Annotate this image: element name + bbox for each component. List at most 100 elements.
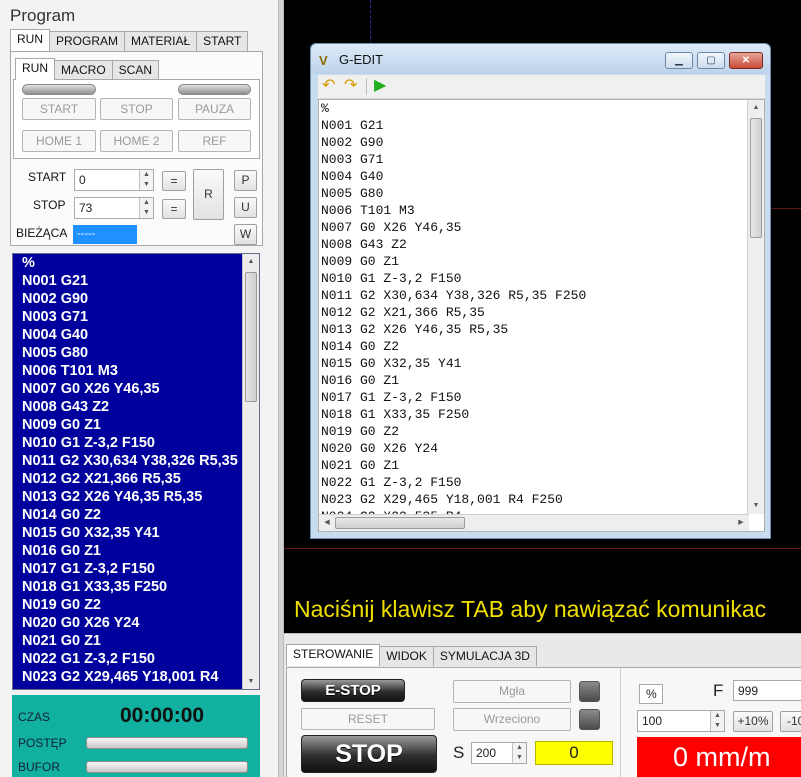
gedit-titlebar[interactable]: V G-EDIT ▁ ▢ ✕ [311, 44, 770, 74]
feed-input[interactable]: 999 [733, 680, 801, 701]
editor-line[interactable]: N014 G0 Z2 [319, 338, 764, 355]
tab-run[interactable]: RUN [10, 29, 50, 51]
tab-material[interactable]: MATERIAŁ [124, 31, 198, 51]
code-line[interactable]: N015 G0 X32,35 Y41 [13, 524, 259, 542]
editor-line[interactable]: N013 G2 X26 Y46,35 R5,35 [319, 321, 764, 338]
editor-line[interactable]: N015 G0 X32,35 Y41 [319, 355, 764, 372]
code-line[interactable]: N020 G0 X26 Y24 [13, 614, 259, 632]
editor-line[interactable]: N019 G0 Z2 [319, 423, 764, 440]
code-line[interactable]: N017 G1 Z-3,2 F150 [13, 560, 259, 578]
close-icon[interactable]: ✕ [729, 52, 763, 69]
editor-line[interactable]: N005 G80 [319, 185, 764, 202]
tab-program[interactable]: PROGRAM [49, 31, 126, 51]
code-line[interactable]: N008 G43 Z2 [13, 398, 259, 416]
editor-line[interactable]: N004 G40 [319, 168, 764, 185]
code-line[interactable]: N007 G0 X26 Y46,35 [13, 380, 259, 398]
code-scrollbar[interactable]: ▲ ▼ [242, 254, 259, 689]
code-line[interactable]: N003 G71 [13, 308, 259, 326]
code-line[interactable]: N001 G21 [13, 272, 259, 290]
code-line[interactable]: N004 G40 [13, 326, 259, 344]
spin-up-icon[interactable]: ▲ [139, 198, 153, 208]
code-line[interactable]: N005 G80 [13, 344, 259, 362]
editor-line[interactable]: N001 G21 [319, 117, 764, 134]
code-line[interactable]: N010 G1 Z-3,2 F150 [13, 434, 259, 452]
spin-down-icon[interactable]: ▼ [710, 721, 724, 731]
code-line[interactable]: N012 G2 X21,366 R5,35 [13, 470, 259, 488]
tab-symulacja[interactable]: SYMULACJA 3D [432, 646, 537, 666]
run-icon[interactable]: ▶ [374, 76, 386, 96]
code-line[interactable]: N024 G2 X22,535 R4 [13, 686, 259, 689]
editor-vertical-scrollbar[interactable]: ▲ ▼ [747, 100, 764, 514]
code-line[interactable]: % [13, 254, 259, 272]
tab-sterowanie[interactable]: STEROWANIE [286, 644, 381, 666]
spin-down-icon[interactable]: ▼ [512, 753, 526, 763]
editor-line[interactable]: N007 G0 X26 Y46,35 [319, 219, 764, 236]
reset-button[interactable]: RESET [301, 708, 435, 730]
code-line[interactable]: N009 G0 Z1 [13, 416, 259, 434]
subtab-run[interactable]: RUN [15, 58, 55, 80]
scroll-thumb[interactable] [750, 118, 762, 238]
editor-line[interactable]: N009 G0 Z1 [319, 253, 764, 270]
u-button[interactable]: U [234, 197, 257, 218]
editor-line[interactable]: N010 G1 Z-3,2 F150 [319, 270, 764, 287]
feed-plus10-button[interactable]: +10% [733, 711, 773, 732]
editor-line[interactable]: N008 G43 Z2 [319, 236, 764, 253]
home2-button[interactable]: HOME 2 [100, 130, 173, 152]
redo-icon[interactable]: ↷ [344, 76, 357, 96]
estop-button[interactable]: E-STOP [301, 679, 405, 702]
code-line[interactable]: N011 G2 X30,634 Y38,326 R5,35 [13, 452, 259, 470]
editor-line[interactable]: N022 G1 Z-3,2 F150 [319, 474, 764, 491]
editor-line[interactable]: N002 G90 [319, 134, 764, 151]
scroll-down-icon[interactable]: ▼ [243, 674, 259, 689]
code-line[interactable]: N021 G0 Z1 [13, 632, 259, 650]
w-button[interactable]: W [234, 224, 257, 245]
mist-button[interactable]: Mgła [453, 680, 571, 703]
editor-line[interactable]: N003 G71 [319, 151, 764, 168]
code-line[interactable]: N018 G1 X33,35 F250 [13, 578, 259, 596]
editor-horizontal-scrollbar[interactable]: ◀ ▶ [319, 514, 749, 531]
spindle-button[interactable]: Wrzeciono [453, 708, 571, 731]
spin-up-icon[interactable]: ▲ [710, 711, 724, 721]
editor-line[interactable]: N021 G0 Z1 [319, 457, 764, 474]
scroll-up-icon[interactable]: ▲ [243, 254, 259, 269]
editor-line[interactable]: N011 G2 X30,634 Y38,326 R5,35 F250 [319, 287, 764, 304]
stop-equals-button[interactable]: = [162, 199, 186, 219]
scroll-right-icon[interactable]: ▶ [733, 515, 749, 531]
scroll-down-icon[interactable]: ▼ [748, 498, 764, 514]
editor-line[interactable]: N016 G0 Z1 [319, 372, 764, 389]
editor-line[interactable]: N023 G2 X29,465 Y18,001 R4 F250 [319, 491, 764, 508]
editor-line[interactable]: N017 G1 Z-3,2 F150 [319, 389, 764, 406]
code-line[interactable]: N006 T101 M3 [13, 362, 259, 380]
code-line[interactable]: N014 G0 Z2 [13, 506, 259, 524]
start-line-input[interactable]: 0 ▲ ▼ [74, 169, 154, 191]
code-line[interactable]: N019 G0 Z2 [13, 596, 259, 614]
r-button[interactable]: R [193, 169, 224, 220]
scroll-thumb[interactable] [335, 517, 465, 529]
spin-down-icon[interactable]: ▼ [139, 180, 153, 190]
editor-line[interactable]: % [319, 100, 764, 117]
stop-line-input[interactable]: 73 ▲ ▼ [74, 197, 154, 219]
code-line[interactable]: N016 G0 Z1 [13, 542, 259, 560]
tab-start[interactable]: START [196, 31, 249, 51]
editor-line[interactable]: N018 G1 X33,35 F250 [319, 406, 764, 423]
pause-button[interactable]: PAUZA [178, 98, 251, 120]
home1-button[interactable]: HOME 1 [22, 130, 96, 152]
scroll-left-icon[interactable]: ◀ [319, 515, 335, 531]
scroll-up-icon[interactable]: ▲ [748, 100, 764, 116]
scroll-thumb[interactable] [245, 272, 257, 402]
p-button[interactable]: P [234, 170, 257, 191]
feed-minus10-button[interactable]: -10 [780, 711, 801, 732]
start-equals-button[interactable]: = [162, 171, 186, 191]
code-line[interactable]: N022 G1 Z-3,2 F150 [13, 650, 259, 668]
code-line[interactable]: N002 G90 [13, 290, 259, 308]
maximize-icon[interactable]: ▢ [697, 52, 725, 69]
subtab-macro[interactable]: MACRO [54, 60, 113, 80]
code-line[interactable]: N013 G2 X26 Y46,35 R5,35 [13, 488, 259, 506]
editor-line[interactable]: N012 G2 X21,366 R5,35 [319, 304, 764, 321]
tab-widok[interactable]: WIDOK [379, 646, 434, 666]
minimize-icon[interactable]: ▁ [665, 52, 693, 69]
gcode-editor[interactable]: % N001 G21 N002 G90 N003 G71 N004 G40 N005 G8… [318, 99, 765, 532]
spin-down-icon[interactable]: ▼ [139, 208, 153, 218]
editor-line[interactable]: N006 T101 M3 [319, 202, 764, 219]
stop-button[interactable]: STOP [100, 98, 173, 120]
